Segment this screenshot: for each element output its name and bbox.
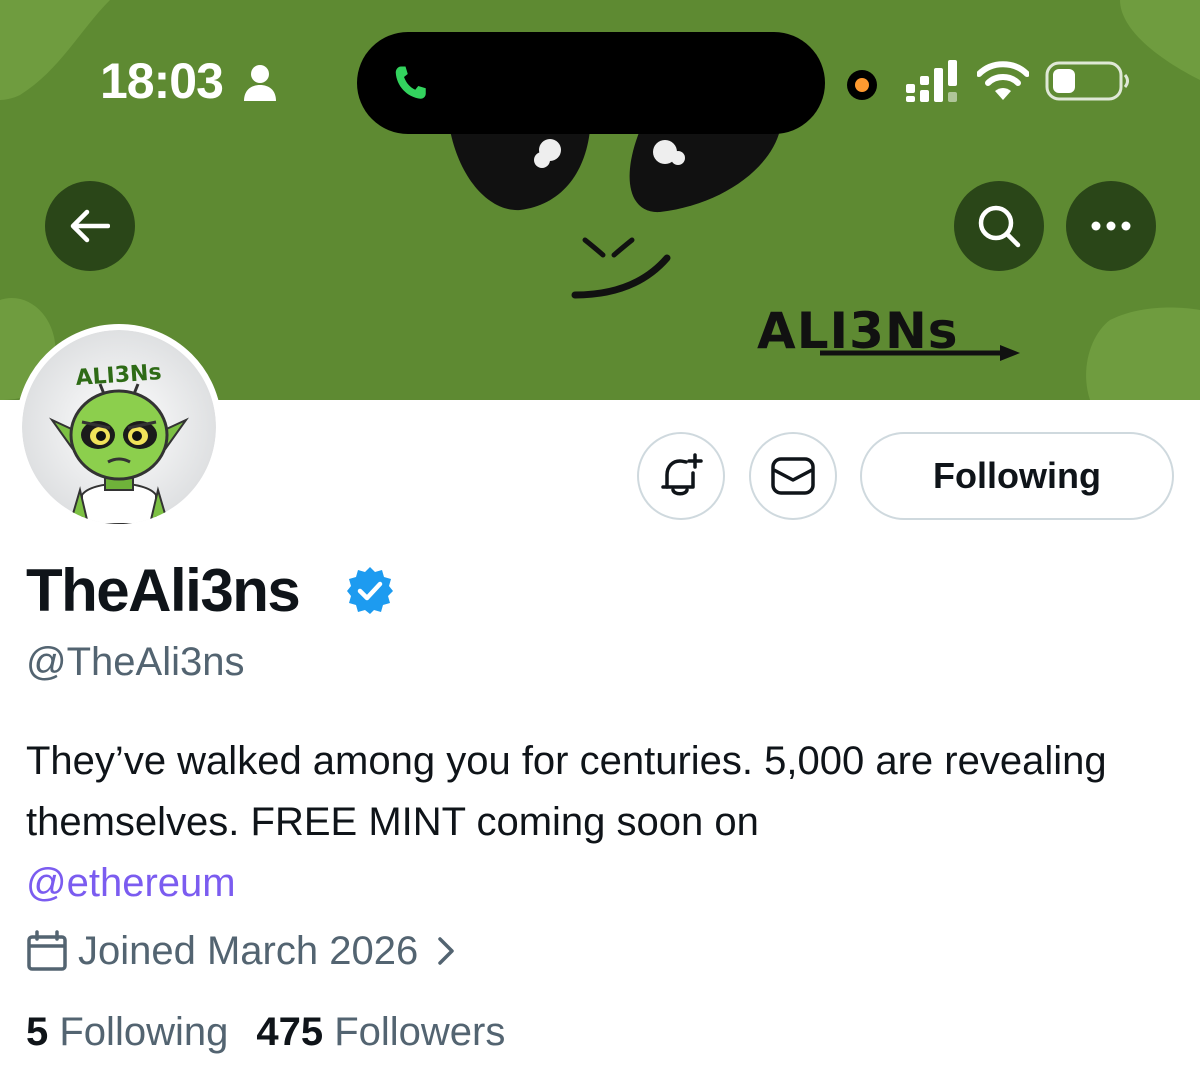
following-button[interactable]: Following — [860, 432, 1174, 520]
privacy-indicator-icon — [847, 70, 877, 100]
alien-avatar-image: ALI3Ns — [22, 330, 216, 524]
bio-text: They’ve walked among you for centuries. … — [26, 739, 1107, 844]
profile-avatar[interactable]: ALI3Ns — [16, 324, 222, 530]
envelope-icon — [771, 457, 815, 495]
joined-date-row[interactable]: Joined March 2026 — [26, 926, 456, 976]
following-count: 5 — [26, 1010, 49, 1054]
calendar-icon — [27, 930, 67, 971]
notifications-button[interactable] — [637, 432, 725, 520]
profile-handle: @TheAli3ns — [26, 640, 245, 684]
chevron-right-icon — [438, 937, 454, 965]
followers-stat-link[interactable]: 475 Followers — [256, 1010, 505, 1055]
following-stat-link[interactable]: 5 Following — [26, 1010, 228, 1055]
follow-stats: 5 Following 475 Followers — [26, 1010, 533, 1055]
profile-display-name: TheAli3ns — [26, 557, 301, 624]
cellular-signal-icon — [906, 60, 957, 102]
more-options-button[interactable] — [1066, 181, 1156, 271]
wifi-icon — [977, 61, 1029, 100]
message-button[interactable] — [749, 432, 837, 520]
bell-plus-icon — [661, 453, 703, 496]
bio-mention-link[interactable]: @ethereum — [26, 861, 236, 905]
battery-icon — [1045, 61, 1129, 101]
phone-call-icon[interactable] — [392, 63, 428, 103]
banner-title: ALI3Ns — [757, 302, 959, 360]
arrow-left-icon — [70, 209, 110, 243]
verified-badge-icon[interactable] — [345, 565, 395, 615]
more-horizontal-icon — [1091, 221, 1131, 231]
followers-count: 475 — [256, 1010, 324, 1054]
search-icon — [978, 205, 1021, 248]
joined-date-text: Joined March 2026 — [78, 928, 419, 973]
person-icon — [244, 65, 276, 101]
profile-bio: They’ve walked among you for centuries. … — [26, 731, 1176, 914]
followers-stat-label: Followers — [334, 1010, 506, 1054]
following-stat-label: Following — [59, 1010, 229, 1054]
profile-banner[interactable]: ALI3Ns 18:03 — [0, 0, 1200, 400]
search-button[interactable] — [954, 181, 1044, 271]
status-time: 18:03 — [100, 53, 224, 109]
back-button[interactable] — [45, 181, 135, 271]
